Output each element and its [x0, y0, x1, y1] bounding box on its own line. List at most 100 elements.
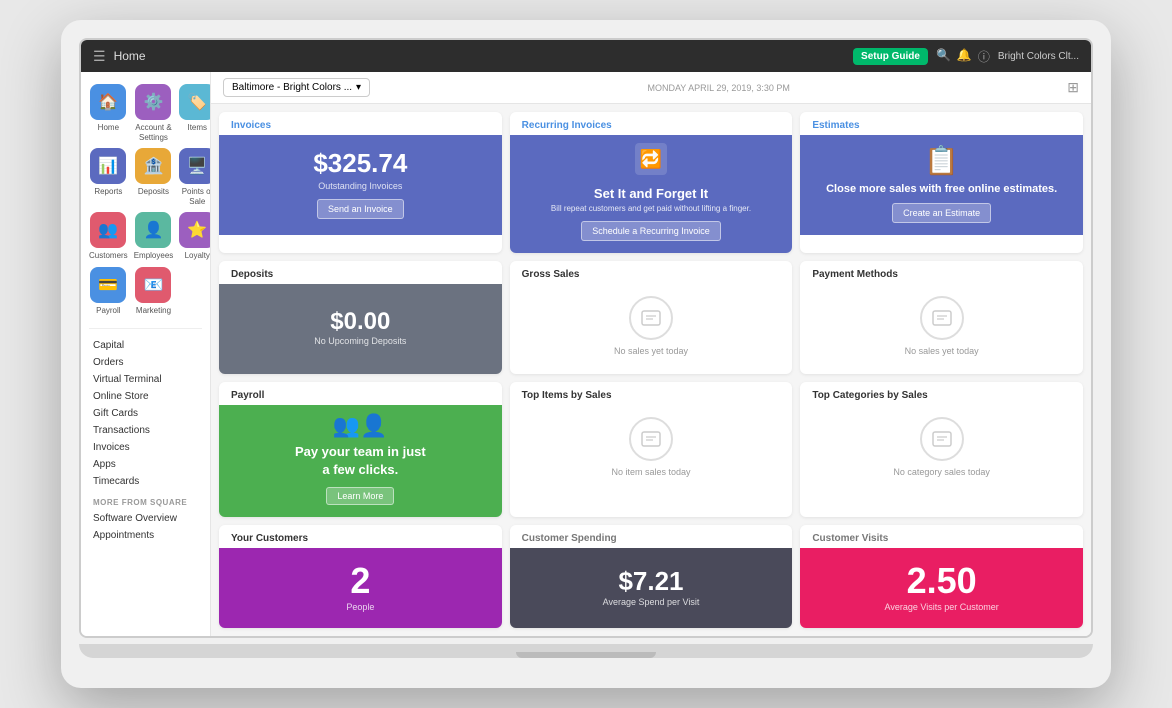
top-categories-title: Top Categories by Sales [800, 382, 1083, 405]
items-icon-box: 🏷️ [179, 84, 211, 120]
location-label: Baltimore - Bright Colors ... [232, 82, 352, 93]
estimates-text: Close more sales with free online estima… [826, 183, 1057, 195]
loyalty-label: Loyalty [185, 251, 210, 261]
top-bar-title: Home [114, 49, 853, 63]
nav-icon-grid: 🏠 Home ⚙️ Account & Settings 🏷️ Items 📊 … [89, 84, 202, 316]
sidebar-item-payroll[interactable]: 💳 Payroll [89, 267, 128, 316]
recurring-card: Recurring Invoices 🔁 Set It and Forget I… [510, 112, 793, 253]
top-items-body: No item sales today [510, 405, 793, 489]
visits-number: 2.50 [907, 560, 977, 602]
pos-icon-box: 🖥️ [179, 148, 211, 184]
sidebar-item-items[interactable]: 🏷️ Items [179, 84, 211, 142]
schedule-recurring-button[interactable]: Schedule a Recurring Invoice [581, 221, 721, 241]
sidebar-link-invoices[interactable]: Invoices [89, 439, 202, 456]
sidebar-item-employees[interactable]: 👤 Employees [134, 212, 174, 261]
customers-number: 2 [350, 560, 370, 602]
recurring-icon: 🔁 [635, 143, 667, 182]
loyalty-icon-box: ⭐ [179, 212, 211, 248]
sidebar-item-reports[interactable]: 📊 Reports [89, 148, 128, 206]
top-items-no-sales: No item sales today [611, 467, 690, 477]
sidebar-link-transactions[interactable]: Transactions [89, 422, 202, 439]
create-estimate-button[interactable]: Create an Estimate [892, 203, 991, 223]
content-area: Baltimore - Bright Colors ... ▾ MONDAY A… [211, 72, 1091, 636]
dashboard-grid: Invoices $325.74 Outstanding Invoices Se… [211, 104, 1091, 636]
invoices-amount: $325.74 [313, 148, 407, 179]
top-bar: ☰ Home Setup Guide 🔍 🔔 ⓘ Bright Colors C… [81, 40, 1091, 72]
payment-methods-title: Payment Methods [800, 261, 1083, 284]
account-label: Account & Settings [134, 123, 174, 142]
sidebar-link-gift-cards[interactable]: Gift Cards [89, 405, 202, 422]
sidebar-link-capital[interactable]: Capital [89, 337, 202, 354]
spending-subtitle: Average Spend per Visit [603, 597, 700, 607]
deposits-label: Deposits [138, 187, 169, 197]
user-label[interactable]: Bright Colors Clt... [998, 51, 1079, 62]
main-layout: 🏠 Home ⚙️ Account & Settings 🏷️ Items 📊 … [81, 72, 1091, 636]
bell-icon[interactable]: 🔔 [957, 48, 972, 65]
deposits-subtitle: No Upcoming Deposits [314, 336, 406, 346]
sidebar-link-virtual-terminal[interactable]: Virtual Terminal [89, 371, 202, 388]
payroll-card: Payroll 👥👤 Pay your team in just a few c… [219, 382, 502, 517]
sidebar-link-timecards[interactable]: Timecards [89, 473, 202, 490]
sidebar-link-appointments[interactable]: Appointments [89, 527, 202, 544]
top-items-title: Top Items by Sales [510, 382, 793, 405]
location-selector[interactable]: Baltimore - Bright Colors ... ▾ [223, 78, 370, 97]
customers-subtitle: People [346, 602, 374, 612]
account-icon-box: ⚙️ [135, 84, 171, 120]
deposits-icon-box: 🏦 [135, 148, 171, 184]
setup-guide-button[interactable]: Setup Guide [853, 48, 928, 65]
menu-icon[interactable]: ☰ [93, 48, 106, 65]
reports-label: Reports [94, 187, 122, 197]
sidebar-link-apps[interactable]: Apps [89, 456, 202, 473]
marketing-icon-box: 📧 [135, 267, 171, 303]
search-icon[interactable]: 🔍 [936, 48, 951, 65]
top-items-icon [629, 417, 673, 461]
estimates-card: Estimates 📋 Close more sales with free o… [800, 112, 1083, 253]
employees-label: Employees [134, 251, 174, 261]
payroll-body: 👥👤 Pay your team in just a few clicks. L… [219, 405, 502, 517]
customers-icon-box: 👥 [90, 212, 126, 248]
home-icon-box: 🏠 [90, 84, 126, 120]
gross-sales-card: Gross Sales No sales yet today [510, 261, 793, 374]
sidebar-item-home[interactable]: 🏠 Home [89, 84, 128, 142]
payroll-learn-more-button[interactable]: Learn More [326, 487, 394, 505]
sidebar-item-customers[interactable]: 👥 Customers [89, 212, 128, 261]
your-customers-body: 2 People [219, 548, 502, 628]
sidebar-item-marketing[interactable]: 📧 Marketing [134, 267, 174, 316]
estimates-body: 📋 Close more sales with free online esti… [800, 135, 1083, 235]
sidebar-item-loyalty[interactable]: ⭐ Loyalty [179, 212, 211, 261]
sidebar-item-account[interactable]: ⚙️ Account & Settings [134, 84, 174, 142]
customer-spending-title: Customer Spending [510, 525, 793, 548]
estimates-title: Estimates [800, 112, 1083, 135]
customer-spending-card: Customer Spending $7.21 Average Spend pe… [510, 525, 793, 628]
payment-methods-body: No sales yet today [800, 284, 1083, 368]
recurring-title: Recurring Invoices [510, 112, 793, 135]
help-icon[interactable]: ⓘ [978, 48, 990, 65]
customer-visits-body: 2.50 Average Visits per Customer [800, 548, 1083, 628]
sidebar-item-deposits[interactable]: 🏦 Deposits [134, 148, 174, 206]
gross-sales-title: Gross Sales [510, 261, 793, 284]
more-section-title: MORE FROM SQUARE [89, 490, 202, 510]
marketing-label: Marketing [136, 306, 171, 316]
payment-methods-icon [920, 296, 964, 340]
top-categories-card: Top Categories by Sales No category sale… [800, 382, 1083, 517]
content-header: Baltimore - Bright Colors ... ▾ MONDAY A… [211, 72, 1091, 104]
top-categories-icon [920, 417, 964, 461]
top-items-card: Top Items by Sales No item sales today [510, 382, 793, 517]
svg-text:🔁: 🔁 [640, 148, 662, 169]
deposits-card: Deposits $0.00 No Upcoming Deposits [219, 261, 502, 374]
payment-methods-no-sales: No sales yet today [905, 346, 979, 356]
send-invoice-button[interactable]: Send an Invoice [317, 199, 404, 219]
home-label: Home [98, 123, 119, 133]
customer-visits-card: Customer Visits 2.50 Average Visits per … [800, 525, 1083, 628]
grid-view-icon[interactable]: ⊞ [1067, 79, 1079, 96]
sidebar-item-pos[interactable]: 🖥️ Points of Sale [179, 148, 211, 206]
sidebar-link-online-store[interactable]: Online Store [89, 388, 202, 405]
deposits-title: Deposits [219, 261, 502, 284]
estimates-icon: 📋 [924, 144, 959, 177]
your-customers-title: Your Customers [219, 525, 502, 548]
sidebar-link-orders[interactable]: Orders [89, 354, 202, 371]
header-date: MONDAY APRIL 29, 2019, 3:30 PM [647, 83, 789, 93]
deposits-body: $0.00 No Upcoming Deposits [219, 284, 502, 374]
top-bar-right: Setup Guide 🔍 🔔 ⓘ Bright Colors Clt... [853, 48, 1079, 65]
sidebar-link-software[interactable]: Software Overview [89, 510, 202, 527]
